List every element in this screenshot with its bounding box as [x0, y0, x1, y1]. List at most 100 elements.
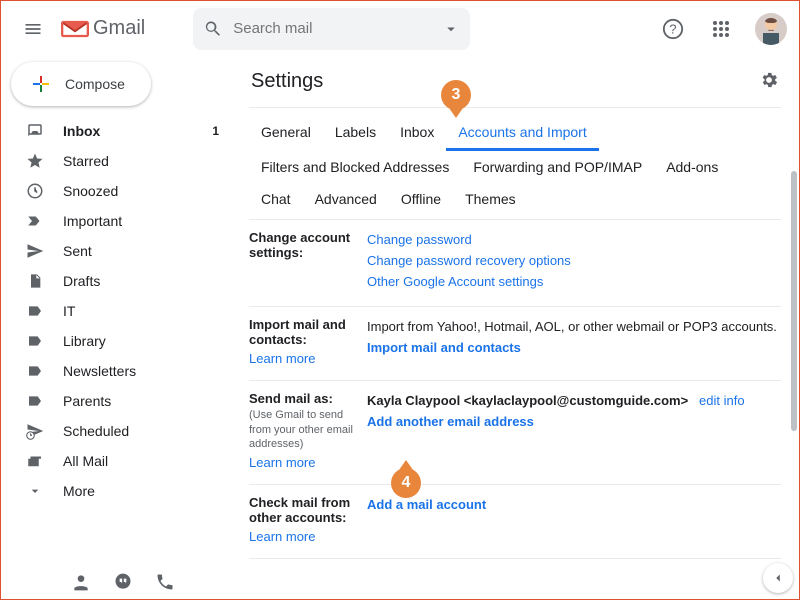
file-icon [25, 272, 45, 290]
sidebar-item-sent[interactable]: Sent [1, 236, 231, 266]
sidebar-item-label: Sent [63, 243, 219, 259]
sidebar-item-label: All Mail [63, 453, 219, 469]
label-icon [25, 393, 45, 409]
settings-panel: Settings General Labels Inbox Accounts a… [231, 56, 799, 571]
sidebar-item-label: Important [63, 213, 219, 229]
footer-icons [71, 572, 175, 595]
chevron-down-icon [25, 483, 45, 499]
sidebar-item-scheduled[interactable]: Scheduled [1, 416, 231, 446]
import-description: Import from Yahoo!, Hotmail, AOL, or oth… [367, 319, 777, 334]
label-icon [25, 363, 45, 379]
tab-addons[interactable]: Add-ons [654, 151, 730, 183]
section-label: Send mail as: [249, 391, 333, 406]
sidebar-item-inbox[interactable]: Inbox 1 [1, 116, 231, 146]
gmail-logo[interactable]: Gmail [61, 17, 145, 40]
scheduled-icon [25, 422, 45, 440]
account-avatar[interactable] [755, 13, 787, 45]
sidebar-item-label: Scheduled [63, 423, 219, 439]
app-name: Gmail [93, 17, 145, 40]
change-recovery-link[interactable]: Change password recovery options [367, 253, 571, 268]
important-icon [25, 212, 45, 230]
sidebar: Compose Inbox 1 Starred Snoozed Importan… [1, 56, 231, 571]
sidebar-item-drafts[interactable]: Drafts [1, 266, 231, 296]
sidebar-item-important[interactable]: Important [1, 206, 231, 236]
help-icon[interactable]: ? [653, 9, 693, 49]
sidebar-item-library[interactable]: Library [1, 326, 231, 356]
tab-general[interactable]: General [249, 116, 323, 151]
sidebar-item-starred[interactable]: Starred [1, 146, 231, 176]
section-label: Import mail and contacts: [249, 317, 346, 347]
sidebar-item-label: Newsletters [63, 363, 219, 379]
inbox-icon [25, 122, 45, 140]
sidebar-item-label: Snoozed [63, 183, 219, 199]
tab-advanced[interactable]: Advanced [303, 183, 389, 215]
sidebar-item-label: Drafts [63, 273, 219, 289]
apps-grid-icon[interactable] [701, 9, 741, 49]
section-sublabel: (Use Gmail to send from your other email… [249, 408, 359, 451]
tab-accounts-import[interactable]: Accounts and Import [446, 116, 598, 151]
import-mail-link[interactable]: Import mail and contacts [367, 340, 521, 355]
sidebar-item-label: Inbox [63, 123, 194, 139]
sidebar-item-label: Starred [63, 153, 219, 169]
tab-chat[interactable]: Chat [249, 183, 303, 215]
other-google-settings-link[interactable]: Other Google Account settings [367, 274, 543, 289]
sidebar-item-it[interactable]: IT [1, 296, 231, 326]
sidebar-item-newsletters[interactable]: Newsletters [1, 356, 231, 386]
add-mail-account-link[interactable]: Add a mail account [367, 497, 486, 512]
tab-labels[interactable]: Labels [323, 116, 388, 151]
sidebar-item-more[interactable]: More [1, 476, 231, 506]
tab-themes[interactable]: Themes [453, 183, 528, 215]
learn-more-link[interactable]: Learn more [249, 351, 359, 366]
compose-label: Compose [65, 76, 125, 92]
send-icon [25, 242, 45, 260]
hangouts-icon[interactable] [113, 572, 133, 595]
sidebar-item-snoozed[interactable]: Snoozed [1, 176, 231, 206]
section-send-mail-as: Send mail as: (Use Gmail to send from yo… [249, 381, 781, 485]
tab-forwarding[interactable]: Forwarding and POP/IMAP [461, 151, 654, 183]
sidebar-item-parents[interactable]: Parents [1, 386, 231, 416]
search-bar[interactable] [193, 8, 470, 50]
sidebar-item-all-mail[interactable]: All Mail [1, 446, 231, 476]
scrollbar[interactable] [791, 171, 797, 431]
clock-icon [25, 182, 45, 200]
contacts-icon[interactable] [71, 572, 91, 595]
section-change-account: Change account settings: Change password… [249, 220, 781, 307]
label-icon [25, 333, 45, 349]
section-import-mail: Import mail and contacts: Learn more Imp… [249, 307, 781, 381]
tab-offline[interactable]: Offline [389, 183, 453, 215]
section-label: Check mail from other accounts: [249, 495, 350, 525]
dropdown-triangle-icon[interactable] [442, 20, 460, 38]
tab-inbox[interactable]: Inbox [388, 116, 446, 151]
tab-filters[interactable]: Filters and Blocked Addresses [249, 151, 461, 183]
send-as-identity: Kayla Claypool <kaylaclaypool@customguid… [367, 393, 688, 408]
sidebar-item-label: Parents [63, 393, 219, 409]
section-label: Using Gmail for work? [249, 569, 346, 571]
change-password-link[interactable]: Change password [367, 232, 472, 247]
learn-more-link[interactable]: Learn more [249, 529, 359, 544]
phone-icon[interactable] [155, 572, 175, 595]
inbox-count: 1 [212, 124, 219, 138]
compose-button[interactable]: Compose [11, 62, 151, 106]
learn-more-link[interactable]: Learn more [249, 455, 359, 470]
svg-text:?: ? [669, 21, 676, 36]
side-panel-toggle[interactable] [763, 563, 793, 593]
search-icon [203, 19, 223, 39]
section-label: Change account settings: [249, 230, 367, 292]
gmail-envelope-icon [61, 18, 89, 40]
label-icon [25, 303, 45, 319]
sidebar-item-label: Library [63, 333, 219, 349]
add-email-link[interactable]: Add another email address [367, 414, 534, 429]
search-input[interactable] [233, 20, 432, 37]
sidebar-item-label: IT [63, 303, 219, 319]
hamburger-menu-icon[interactable] [13, 9, 53, 49]
edit-info-link[interactable]: edit info [699, 393, 745, 408]
section-gmail-work: Using Gmail for work? Businesses get you… [249, 559, 781, 571]
section-check-mail: Check mail from other accounts: Learn mo… [249, 485, 781, 559]
star-icon [25, 152, 45, 170]
header: Gmail ? [1, 1, 799, 56]
stack-icon [25, 452, 45, 470]
settings-title: Settings [251, 70, 323, 93]
plus-icon [29, 72, 53, 96]
gear-icon[interactable] [759, 70, 779, 93]
callout-3: 3 [441, 80, 471, 110]
